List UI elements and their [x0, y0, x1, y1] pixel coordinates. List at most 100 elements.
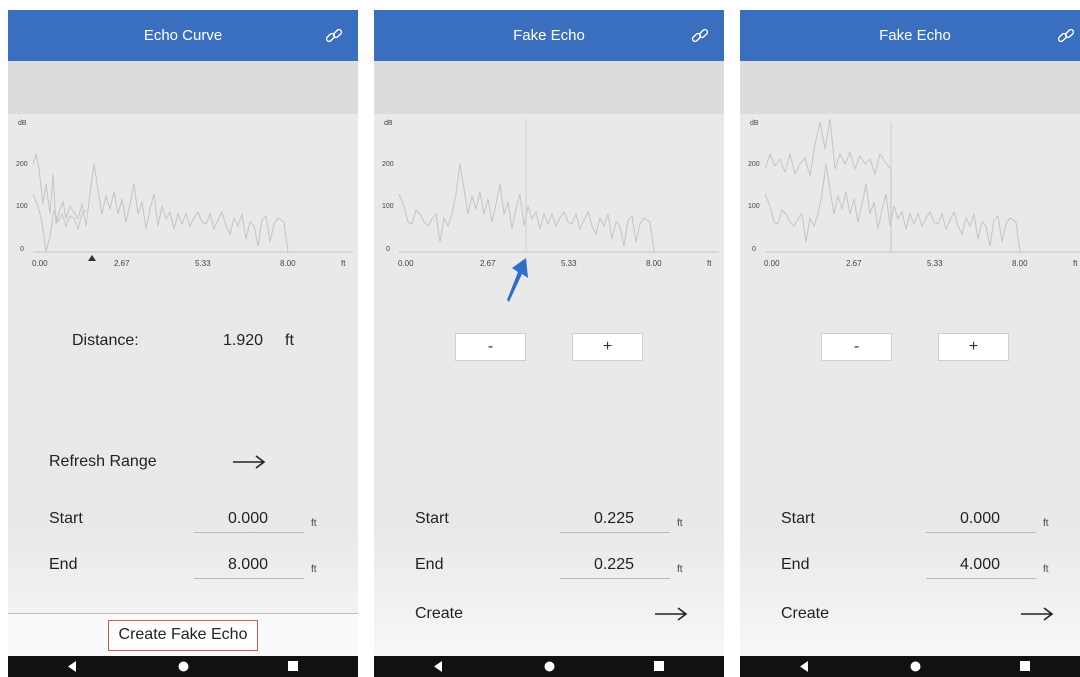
create-label[interactable]: Create — [781, 605, 829, 623]
top-band — [740, 61, 1080, 114]
recents-icon[interactable] — [654, 661, 664, 671]
distance-value: 1.920 — [223, 332, 264, 349]
bottom-gradient — [374, 530, 724, 657]
end-underline — [194, 578, 304, 579]
system-nav-bar — [740, 656, 1080, 677]
start-underline — [194, 532, 304, 533]
back-icon[interactable] — [800, 661, 810, 672]
end-unit: ft — [311, 564, 317, 575]
x-unit: ft — [707, 259, 712, 268]
refresh-range-label[interactable]: Refresh Range — [49, 453, 157, 471]
x-unit: ft — [341, 259, 346, 268]
y-tick: 100 — [16, 203, 28, 210]
x-tick: 2.67 — [846, 259, 862, 268]
end-input[interactable]: 4.000 — [940, 556, 1000, 574]
y-unit: dB — [18, 120, 27, 127]
create-label[interactable]: Create — [415, 605, 463, 623]
start-unit: ft — [311, 518, 317, 529]
arrow-right-icon[interactable] — [232, 454, 266, 470]
x-tick: 2.67 — [480, 259, 496, 268]
echo-curve-overlay — [32, 193, 87, 253]
start-label: Start — [781, 510, 815, 527]
link-icon[interactable] — [690, 26, 710, 46]
app-bar: Fake Echo — [740, 10, 1080, 61]
x-tick: 5.33 — [561, 259, 577, 268]
end-underline — [926, 578, 1036, 579]
y-tick: 100 — [382, 203, 394, 210]
arrow-right-icon[interactable] — [1020, 606, 1054, 622]
y-tick: 0 — [386, 246, 390, 253]
screen-echo-curve: Echo Curve dB 200 100 0 0.00 2.67 5.33 8… — [8, 10, 358, 677]
y-unit: dB — [384, 120, 393, 127]
start-input[interactable]: 0.000 — [940, 510, 1000, 528]
x-unit: ft — [1073, 259, 1078, 268]
screen-title: Echo Curve — [143, 27, 223, 44]
echo-curve — [32, 153, 289, 253]
end-underline — [560, 578, 670, 579]
start-input[interactable]: 0.225 — [574, 510, 634, 528]
y-tick: 200 — [748, 161, 760, 168]
top-band — [8, 61, 358, 114]
end-unit: ft — [677, 564, 683, 575]
arrow-right-icon[interactable] — [654, 606, 688, 622]
end-label: End — [415, 556, 444, 573]
y-tick: 100 — [748, 203, 760, 210]
fake-echo-block — [764, 118, 892, 252]
screen-title: Fake Echo — [879, 27, 951, 44]
system-nav-bar — [374, 656, 724, 677]
app-bar: Fake Echo — [374, 10, 724, 61]
app-bar: Echo Curve — [8, 10, 358, 61]
x-tick: 5.33 — [195, 259, 211, 268]
top-band — [374, 61, 724, 114]
minus-button[interactable]: - — [455, 333, 526, 361]
x-tick: 5.33 — [927, 259, 943, 268]
home-icon[interactable] — [544, 661, 555, 672]
start-input[interactable]: 0.000 — [208, 510, 268, 528]
start-label: Start — [49, 510, 83, 527]
marker-triangle[interactable] — [88, 255, 96, 261]
start-underline — [560, 532, 670, 533]
y-tick: 0 — [20, 246, 24, 253]
x-tick: 2.67 — [114, 259, 130, 268]
plus-button[interactable]: + — [572, 333, 643, 361]
home-icon[interactable] — [910, 661, 921, 672]
bottom-action-strip: Create Fake Echo — [8, 613, 358, 656]
back-icon[interactable] — [68, 661, 78, 672]
x-tick: 0.00 — [398, 259, 414, 268]
screen-title: Fake Echo — [513, 27, 585, 44]
create-fake-echo-button[interactable]: Create Fake Echo — [108, 620, 258, 651]
recents-icon[interactable] — [288, 661, 298, 671]
echo-curve — [764, 163, 1021, 253]
start-underline — [926, 532, 1036, 533]
screen-fake-echo-2: Fake Echo dB 200 100 0 0.00 2.67 5.33 8.… — [740, 10, 1080, 677]
end-input[interactable]: 0.225 — [574, 556, 634, 574]
echo-chart[interactable]: dB 200 100 0 0.00 2.67 5.33 8.00 ft — [740, 114, 1080, 274]
x-tick: 0.00 — [764, 259, 780, 268]
start-label: Start — [415, 510, 449, 527]
end-input[interactable]: 8.000 — [208, 556, 268, 574]
home-icon[interactable] — [178, 661, 189, 672]
y-unit: dB — [750, 120, 759, 127]
distance-unit: ft — [285, 332, 294, 349]
link-icon[interactable] — [1056, 26, 1076, 46]
distance-label: Distance: — [72, 332, 139, 349]
back-icon[interactable] — [434, 661, 444, 672]
end-label: End — [49, 556, 78, 573]
end-unit: ft — [1043, 564, 1049, 575]
x-tick: 8.00 — [1012, 259, 1028, 268]
link-icon[interactable] — [324, 26, 344, 46]
x-tick: 8.00 — [280, 259, 296, 268]
y-tick: 200 — [16, 161, 28, 168]
echo-chart[interactable]: dB 200 100 0 0.00 2.67 5.33 8.00 ft — [8, 114, 358, 274]
plus-button[interactable]: + — [938, 333, 1009, 361]
system-nav-bar — [8, 656, 358, 677]
minus-button[interactable]: - — [821, 333, 892, 361]
pointer-arrow-icon — [507, 258, 528, 302]
x-tick: 8.00 — [646, 259, 662, 268]
end-label: End — [781, 556, 810, 573]
start-unit: ft — [677, 518, 683, 529]
y-tick: 0 — [752, 246, 756, 253]
recents-icon[interactable] — [1020, 661, 1030, 671]
y-tick: 200 — [382, 161, 394, 168]
echo-chart[interactable]: dB 200 100 0 0.00 2.67 5.33 8.00 ft — [374, 114, 724, 274]
